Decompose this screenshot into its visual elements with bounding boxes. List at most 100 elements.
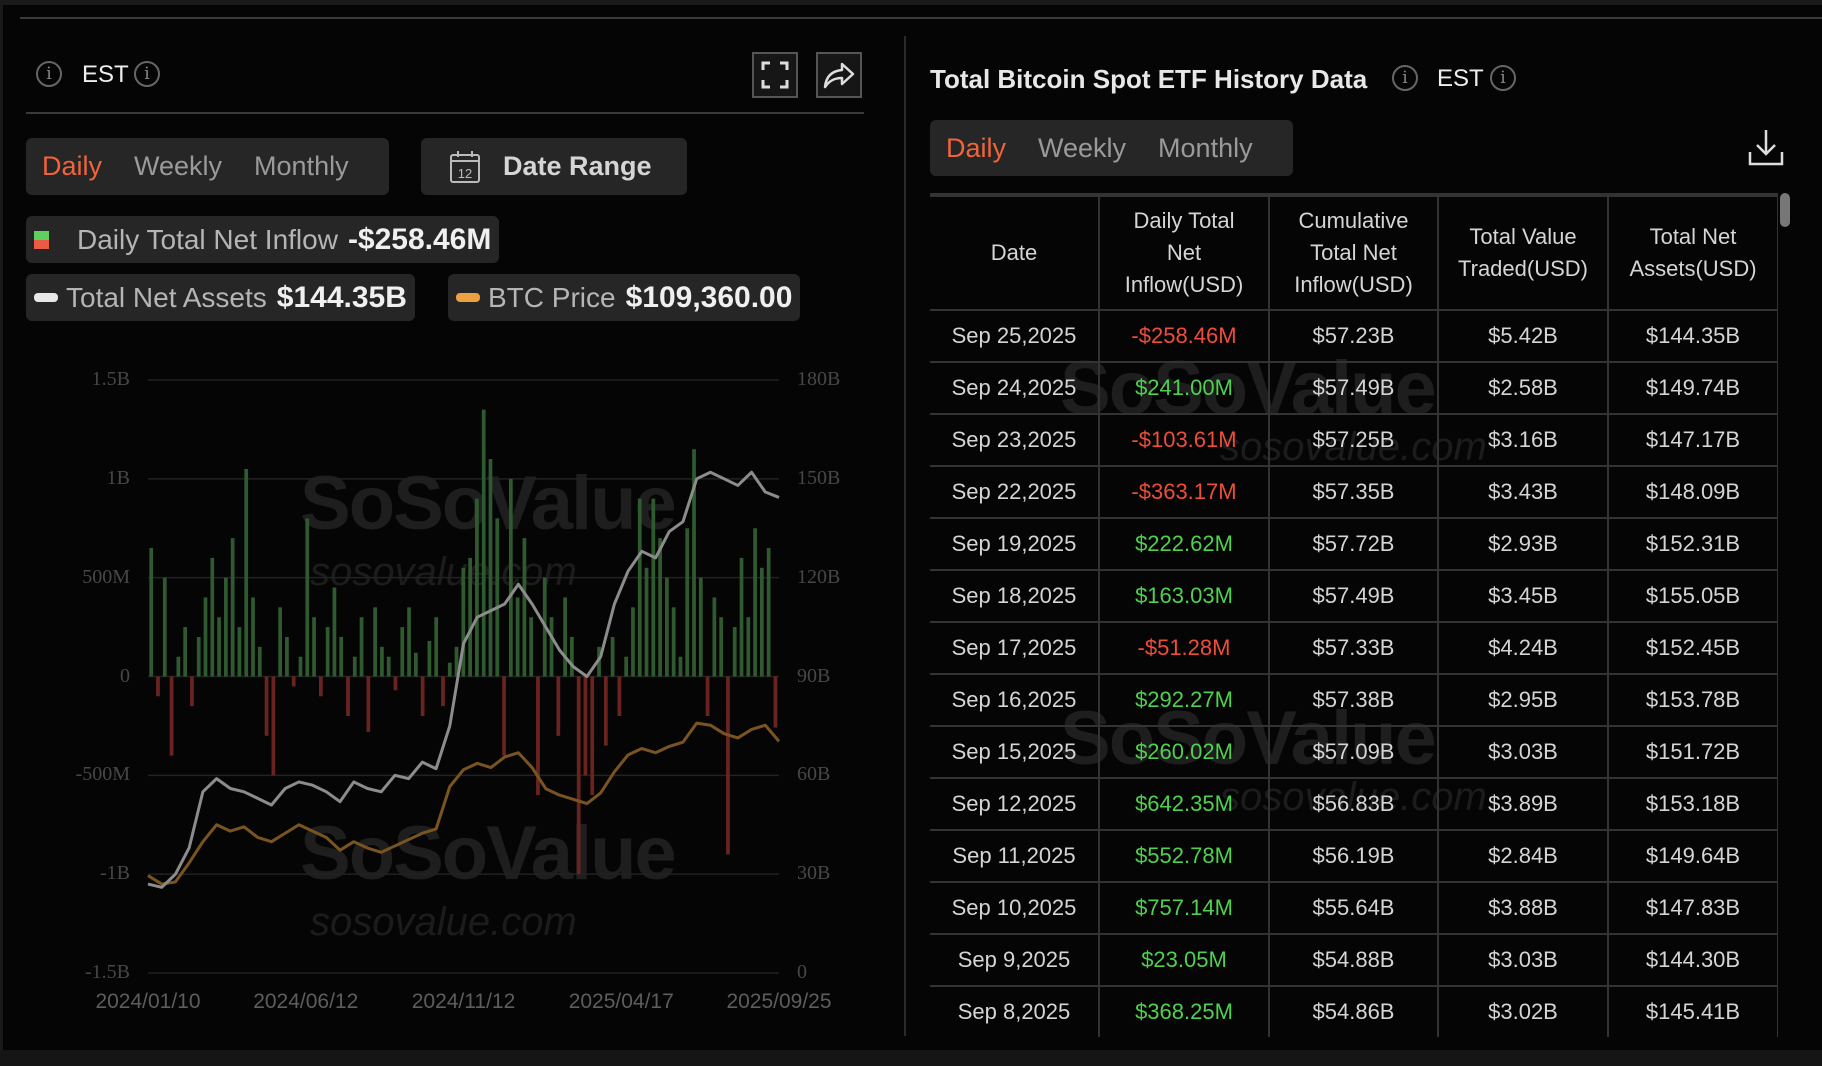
column-header-line: Daily Total bbox=[1133, 208, 1235, 233]
y-left-tick-label: 1B bbox=[106, 466, 130, 489]
tab-weekly[interactable]: Weekly bbox=[134, 151, 222, 182]
date-range-button[interactable]: 12 Date Range bbox=[421, 138, 687, 195]
value-traded-cell: $3.03B bbox=[1437, 725, 1609, 779]
inflow-bar bbox=[237, 627, 242, 677]
inflow-chart[interactable]: SoSoValue sosovalue.com SoSoValue sosova… bbox=[0, 360, 904, 1020]
inflow-legend-swatch bbox=[34, 230, 49, 249]
table-row[interactable]: Sep 19,2025 $222.62M $57.72B $2.93B $152.31B bbox=[930, 517, 1778, 571]
inflow-bar bbox=[257, 646, 262, 677]
inflow-bar bbox=[210, 557, 215, 677]
cumulative-inflow-cell: $55.64B bbox=[1268, 881, 1439, 935]
btc-legend-value: $109,360.00 bbox=[625, 280, 793, 314]
fullscreen-button[interactable] bbox=[752, 52, 798, 98]
inflow-bar bbox=[760, 567, 764, 677]
inflow-bar bbox=[217, 617, 221, 677]
history-table: Date Daily Total Net Inflow(USD) Cumulative T… bbox=[930, 195, 1778, 1037]
inflow-bar bbox=[264, 676, 269, 736]
table-row[interactable]: Sep 10,2025 $757.14M $55.64B $3.88B $147.83B bbox=[930, 881, 1778, 935]
column-header-line: Cumulative bbox=[1298, 208, 1409, 233]
legend-assets[interactable]: Total Net Assets $144.35B bbox=[26, 274, 415, 321]
inflow-bar bbox=[753, 528, 757, 677]
column-header-line: Total Value bbox=[1469, 224, 1577, 249]
net-assets-cell: $148.09B bbox=[1607, 465, 1778, 519]
date-cell: Sep 19,2025 bbox=[930, 517, 1100, 571]
table-header-row: Date Daily Total Net Inflow(USD) Cumulative T… bbox=[930, 195, 1778, 311]
table-row[interactable]: Sep 15,2025 $260.02M $57.09B $3.03B $151.72B bbox=[930, 725, 1778, 779]
inflow-bar bbox=[563, 597, 567, 677]
net-inflow-cell: $642.35M bbox=[1098, 777, 1270, 831]
history-table-container[interactable]: SoSoValue sosovalue.com SoSoValue sosova… bbox=[930, 193, 1778, 1037]
cumulative-inflow-cell: $54.88B bbox=[1268, 933, 1439, 987]
inflow-bar bbox=[325, 627, 330, 677]
cumulative-inflow-cell: $57.72B bbox=[1268, 517, 1439, 571]
value-traded-cell: $3.43B bbox=[1437, 465, 1609, 519]
net-assets-cell: $145.41B bbox=[1607, 985, 1778, 1037]
table-row[interactable]: Sep 9,2025 $23.05M $54.88B $3.03B $144.30B bbox=[930, 933, 1778, 987]
inflow-bar bbox=[495, 518, 500, 677]
inflow-bar bbox=[631, 607, 635, 677]
date-cell: Sep 15,2025 bbox=[930, 725, 1100, 779]
legend-btc-price[interactable]: BTC Price $109,360.00 bbox=[448, 274, 801, 321]
table-scrollbar[interactable] bbox=[1780, 193, 1790, 227]
y-left-tick-label: -500M bbox=[75, 763, 130, 786]
table-tab-monthly[interactable]: Monthly bbox=[1158, 133, 1253, 164]
table-row[interactable]: Sep 22,2025 -$363.17M $57.35B $3.43B $148.09… bbox=[930, 465, 1778, 519]
inflow-bar bbox=[386, 656, 391, 677]
table-tab-weekly[interactable]: Weekly bbox=[1038, 133, 1126, 164]
btc-price-line bbox=[147, 721, 781, 886]
y-right-tick-label: 60B bbox=[797, 763, 831, 786]
table-tab-daily[interactable]: Daily bbox=[946, 133, 1006, 164]
table-row[interactable]: Sep 23,2025 -$103.61M $57.25B $3.16B $147.17… bbox=[930, 413, 1778, 467]
download-button[interactable] bbox=[1748, 128, 1784, 171]
cumulative-inflow-cell: $57.33B bbox=[1268, 621, 1439, 675]
tab-monthly[interactable]: Monthly bbox=[254, 151, 349, 182]
table-row[interactable]: Sep 24,2025 $241.00M $57.49B $2.58B $149.74B bbox=[930, 361, 1778, 415]
table-period-tabs: Daily Weekly Monthly bbox=[930, 120, 1293, 176]
inflow-bar bbox=[407, 607, 411, 677]
date-cell: Sep 16,2025 bbox=[930, 673, 1100, 727]
legend-inflow[interactable]: Daily Total Net Inflow -$258.46M bbox=[26, 216, 500, 263]
column-header: Total Value Traded(USD) bbox=[1437, 195, 1609, 311]
inflow-bar bbox=[318, 676, 323, 697]
share-button[interactable] bbox=[816, 52, 862, 98]
inflow-bar bbox=[522, 538, 527, 677]
history-title: Total Bitcoin Spot ETF History Data bbox=[930, 64, 1368, 94]
inflow-bar bbox=[305, 518, 310, 677]
table-row[interactable]: Sep 25,2025 -$258.46M $57.23B $5.42B $144.35… bbox=[930, 309, 1778, 363]
net-assets-cell: $153.78B bbox=[1607, 673, 1778, 727]
net-assets-cell: $147.17B bbox=[1607, 413, 1778, 467]
info-icon[interactable]: i bbox=[36, 61, 62, 87]
inflow-bar bbox=[671, 607, 676, 677]
inflow-bar bbox=[271, 676, 276, 776]
date-cell: Sep 10,2025 bbox=[930, 881, 1100, 935]
value-traded-cell: $3.16B bbox=[1437, 413, 1609, 467]
table-row[interactable]: Sep 12,2025 $642.35M $56.83B $3.89B $153.18B bbox=[930, 777, 1778, 831]
net-inflow-cell: $163.03M bbox=[1098, 569, 1270, 623]
inflow-legend-label: Daily Total Net Inflow bbox=[77, 223, 338, 255]
inflow-bar bbox=[468, 557, 472, 677]
column-header: Total Net Assets(USD) bbox=[1607, 195, 1778, 311]
inflow-bar bbox=[644, 567, 649, 677]
inflow-bar bbox=[149, 548, 154, 677]
chart-plot bbox=[147, 379, 781, 974]
table-row[interactable]: Sep 8,2025 $368.25M $54.86B $3.02B $145.41B bbox=[930, 985, 1778, 1037]
value-traded-cell: $3.02B bbox=[1437, 985, 1609, 1037]
calendar-day: 12 bbox=[458, 166, 472, 181]
table-row[interactable]: Sep 16,2025 $292.27M $57.38B $2.95B $153.78B bbox=[930, 673, 1778, 727]
net-inflow-cell: $222.62M bbox=[1098, 517, 1270, 571]
inflow-bar bbox=[434, 617, 439, 677]
inflow-bar bbox=[488, 459, 493, 677]
table-row[interactable]: Sep 18,2025 $163.03M $57.49B $3.45B $155.05B bbox=[930, 569, 1778, 623]
title-info-icon[interactable]: i bbox=[1392, 65, 1418, 91]
timezone-info-icon[interactable]: i bbox=[134, 61, 160, 87]
value-traded-cell: $3.88B bbox=[1437, 881, 1609, 935]
right-timezone-info-icon[interactable]: i bbox=[1490, 65, 1516, 91]
table-row[interactable]: Sep 11,2025 $552.78M $56.19B $2.84B $149.64B bbox=[930, 829, 1778, 883]
tab-daily[interactable]: Daily bbox=[42, 151, 102, 182]
inflow-bar bbox=[746, 617, 751, 677]
total-net-assets-line bbox=[147, 470, 780, 889]
table-row[interactable]: Sep 17,2025 -$51.28M $57.33B $4.24B $152.45B bbox=[930, 621, 1778, 675]
inflow-bar bbox=[251, 597, 255, 677]
net-inflow-cell: $368.25M bbox=[1098, 985, 1270, 1037]
assets-legend-label: Total Net Assets bbox=[66, 281, 267, 313]
